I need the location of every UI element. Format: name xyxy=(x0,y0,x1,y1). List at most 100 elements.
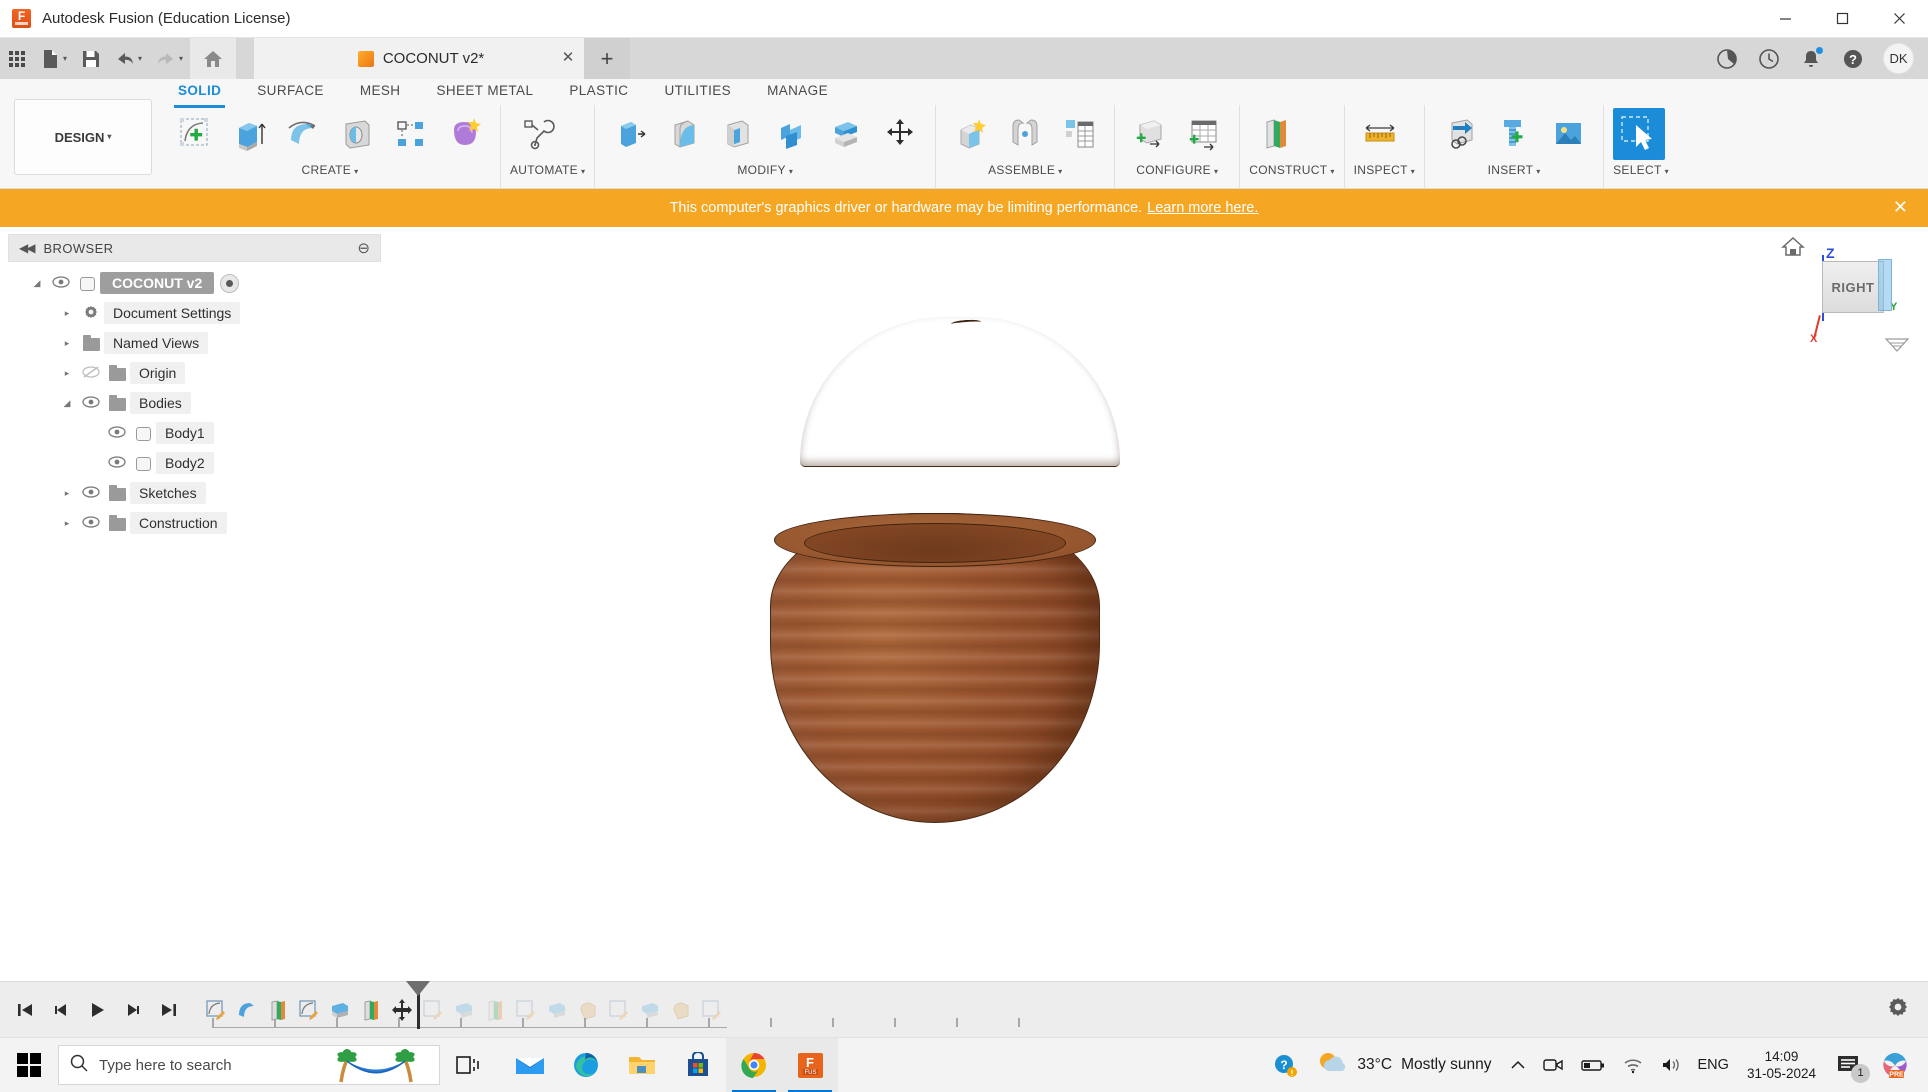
recent-activity-icon[interactable] xyxy=(1749,38,1789,79)
tree-node-body2[interactable]: Body2 xyxy=(8,448,381,478)
insert-derive-tool[interactable] xyxy=(1434,108,1486,160)
ribbon-tab-sheet-metal[interactable]: SHEET METAL xyxy=(418,79,551,105)
expander-icon[interactable]: ▸ xyxy=(56,368,78,379)
visibility-eye-icon[interactable] xyxy=(104,455,130,471)
visibility-eye-icon[interactable] xyxy=(48,275,74,291)
measure-tool[interactable] xyxy=(1354,108,1406,160)
redo-button[interactable]: ▾ xyxy=(149,38,190,79)
taskbar-edge[interactable] xyxy=(558,1038,614,1092)
home-button[interactable] xyxy=(190,38,237,79)
ribbon-tab-manage[interactable]: MANAGE xyxy=(749,79,846,105)
close-icon[interactable]: ✕ xyxy=(1893,198,1908,216)
ribbon-tab-solid[interactable]: SOLID xyxy=(160,79,239,108)
timeline-sketch-5[interactable] xyxy=(603,995,634,1025)
timeline-sketch-3[interactable] xyxy=(417,995,448,1025)
avatar[interactable]: DK xyxy=(1883,43,1914,74)
configuration-table-tool[interactable] xyxy=(1178,108,1230,160)
taskbar-file-explorer[interactable] xyxy=(614,1038,670,1092)
select-tool[interactable] xyxy=(1613,108,1666,160)
timeline-fillet-1[interactable] xyxy=(572,995,603,1025)
expander-icon[interactable]: ▸ xyxy=(56,518,78,529)
battery-icon[interactable] xyxy=(1572,1038,1614,1092)
view-cube-face[interactable]: RIGHT xyxy=(1822,261,1884,313)
expander-icon[interactable]: ◢ xyxy=(56,398,78,409)
help-tray-icon[interactable]: ?! xyxy=(1264,1038,1306,1092)
tree-node-named-views[interactable]: ▸ Named Views xyxy=(8,328,381,358)
timeline-play[interactable] xyxy=(82,995,112,1025)
chevron-down-icon[interactable]: ▾ xyxy=(581,167,585,176)
timeline-sketch-4[interactable] xyxy=(510,995,541,1025)
shell-tool[interactable] xyxy=(712,108,764,160)
expander-icon[interactable]: ▸ xyxy=(56,308,78,319)
configuration-tool[interactable] xyxy=(1124,108,1176,160)
taskbar-microsoft-store[interactable] xyxy=(670,1038,726,1092)
start-button[interactable] xyxy=(0,1038,58,1092)
ribbon-tab-mesh[interactable]: MESH xyxy=(342,79,419,105)
home-icon[interactable] xyxy=(1780,235,1806,262)
weather-widget[interactable]: 33°C Mostly sunny xyxy=(1306,1050,1501,1081)
visibility-eye-icon[interactable] xyxy=(78,515,104,531)
timeline-shell-2[interactable] xyxy=(448,995,479,1025)
camera-icon[interactable] xyxy=(1534,1038,1572,1092)
collapse-icon[interactable]: ◀◀ xyxy=(19,241,36,255)
chevron-down-icon[interactable]: ▾ xyxy=(1330,167,1334,176)
revolve-tool[interactable] xyxy=(277,108,329,160)
chevron-down-icon[interactable]: ▾ xyxy=(138,54,142,63)
notifications-icon[interactable] xyxy=(1791,38,1831,79)
wifi-icon[interactable] xyxy=(1614,1038,1652,1092)
fillet-tool[interactable] xyxy=(658,108,710,160)
extensions-icon[interactable] xyxy=(1707,38,1747,79)
save-button[interactable] xyxy=(74,38,108,79)
new-document-button[interactable]: ▾ xyxy=(34,38,74,79)
view-cube[interactable]: Z X Y RIGHT xyxy=(1781,235,1910,352)
ribbon-tab-surface[interactable]: SURFACE xyxy=(239,79,342,105)
expander-icon[interactable]: ◢ xyxy=(26,278,48,289)
gear-icon[interactable] xyxy=(1886,995,1910,1024)
timeline-step-back[interactable] xyxy=(46,995,76,1025)
close-button[interactable] xyxy=(1871,0,1928,38)
insert-canvas-tool[interactable] xyxy=(1542,108,1594,160)
chevron-down-icon[interactable]: ▾ xyxy=(354,167,358,176)
banner-learn-more-link[interactable]: Learn more here. xyxy=(1147,200,1258,216)
task-view-icon[interactable] xyxy=(440,1038,496,1092)
ribbon-tab-plastic[interactable]: PLASTIC xyxy=(551,79,646,105)
rectangular-pattern-tool[interactable] xyxy=(385,108,437,160)
tree-node-bodies[interactable]: ◢ Bodies xyxy=(8,388,381,418)
3d-viewport[interactable]: ◀◀ BROWSER ⊖ ◢ COCONUT v2 ▸ Document Set… xyxy=(0,227,1928,975)
tree-node-construction[interactable]: ▸ Construction xyxy=(8,508,381,538)
copilot-pre-icon[interactable]: PRE xyxy=(1872,1038,1918,1092)
volume-icon[interactable] xyxy=(1652,1038,1690,1092)
visibility-eye-icon[interactable] xyxy=(78,485,104,501)
insert-mcmaster-tool[interactable] xyxy=(1488,108,1540,160)
automated-modeling-tool[interactable] xyxy=(510,108,562,160)
tree-node-sketches[interactable]: ▸ Sketches xyxy=(8,478,381,508)
chevron-down-icon[interactable]: ▾ xyxy=(1665,167,1669,176)
chevron-down-icon[interactable]: ▾ xyxy=(1536,167,1540,176)
undo-button[interactable]: ▾ xyxy=(108,38,149,79)
new-tab-button[interactable]: + xyxy=(584,38,631,79)
coconut-lid-body[interactable] xyxy=(800,317,1120,467)
timeline-sketch-2[interactable] xyxy=(293,995,324,1025)
workspace-selector[interactable]: DESIGN ▾ xyxy=(14,99,152,175)
coconut-bowl-model[interactable] xyxy=(765,317,1150,837)
close-icon[interactable]: ✕ xyxy=(560,50,576,66)
joint-tool[interactable] xyxy=(999,108,1051,160)
extrude-tool[interactable] xyxy=(223,108,275,160)
timeline-revolve-1[interactable] xyxy=(231,995,262,1025)
taskbar-mail[interactable] xyxy=(502,1038,558,1092)
visibility-eye-icon[interactable] xyxy=(78,395,104,411)
visibility-eye-icon[interactable] xyxy=(104,425,130,441)
timeline-sketch-1[interactable] xyxy=(200,995,231,1025)
chevron-down-icon[interactable]: ▾ xyxy=(179,54,183,63)
chevron-down-icon[interactable]: ▾ xyxy=(1214,167,1218,176)
timeline-fillet-2[interactable] xyxy=(665,995,696,1025)
timeline-step-forward[interactable] xyxy=(118,995,148,1025)
combine-tool[interactable] xyxy=(766,108,818,160)
tree-node-coconut[interactable]: ◢ COCONUT v2 xyxy=(8,268,381,298)
language-indicator[interactable]: ENG xyxy=(1690,1038,1737,1092)
chevron-down-icon[interactable]: ▾ xyxy=(1058,167,1062,176)
document-tab-coconut[interactable]: COCONUT v2* ✕ xyxy=(254,38,585,79)
timeline-sketch-6[interactable] xyxy=(696,995,727,1025)
timeline-plane-3[interactable] xyxy=(479,995,510,1025)
timeline-plane-2[interactable] xyxy=(355,995,386,1025)
